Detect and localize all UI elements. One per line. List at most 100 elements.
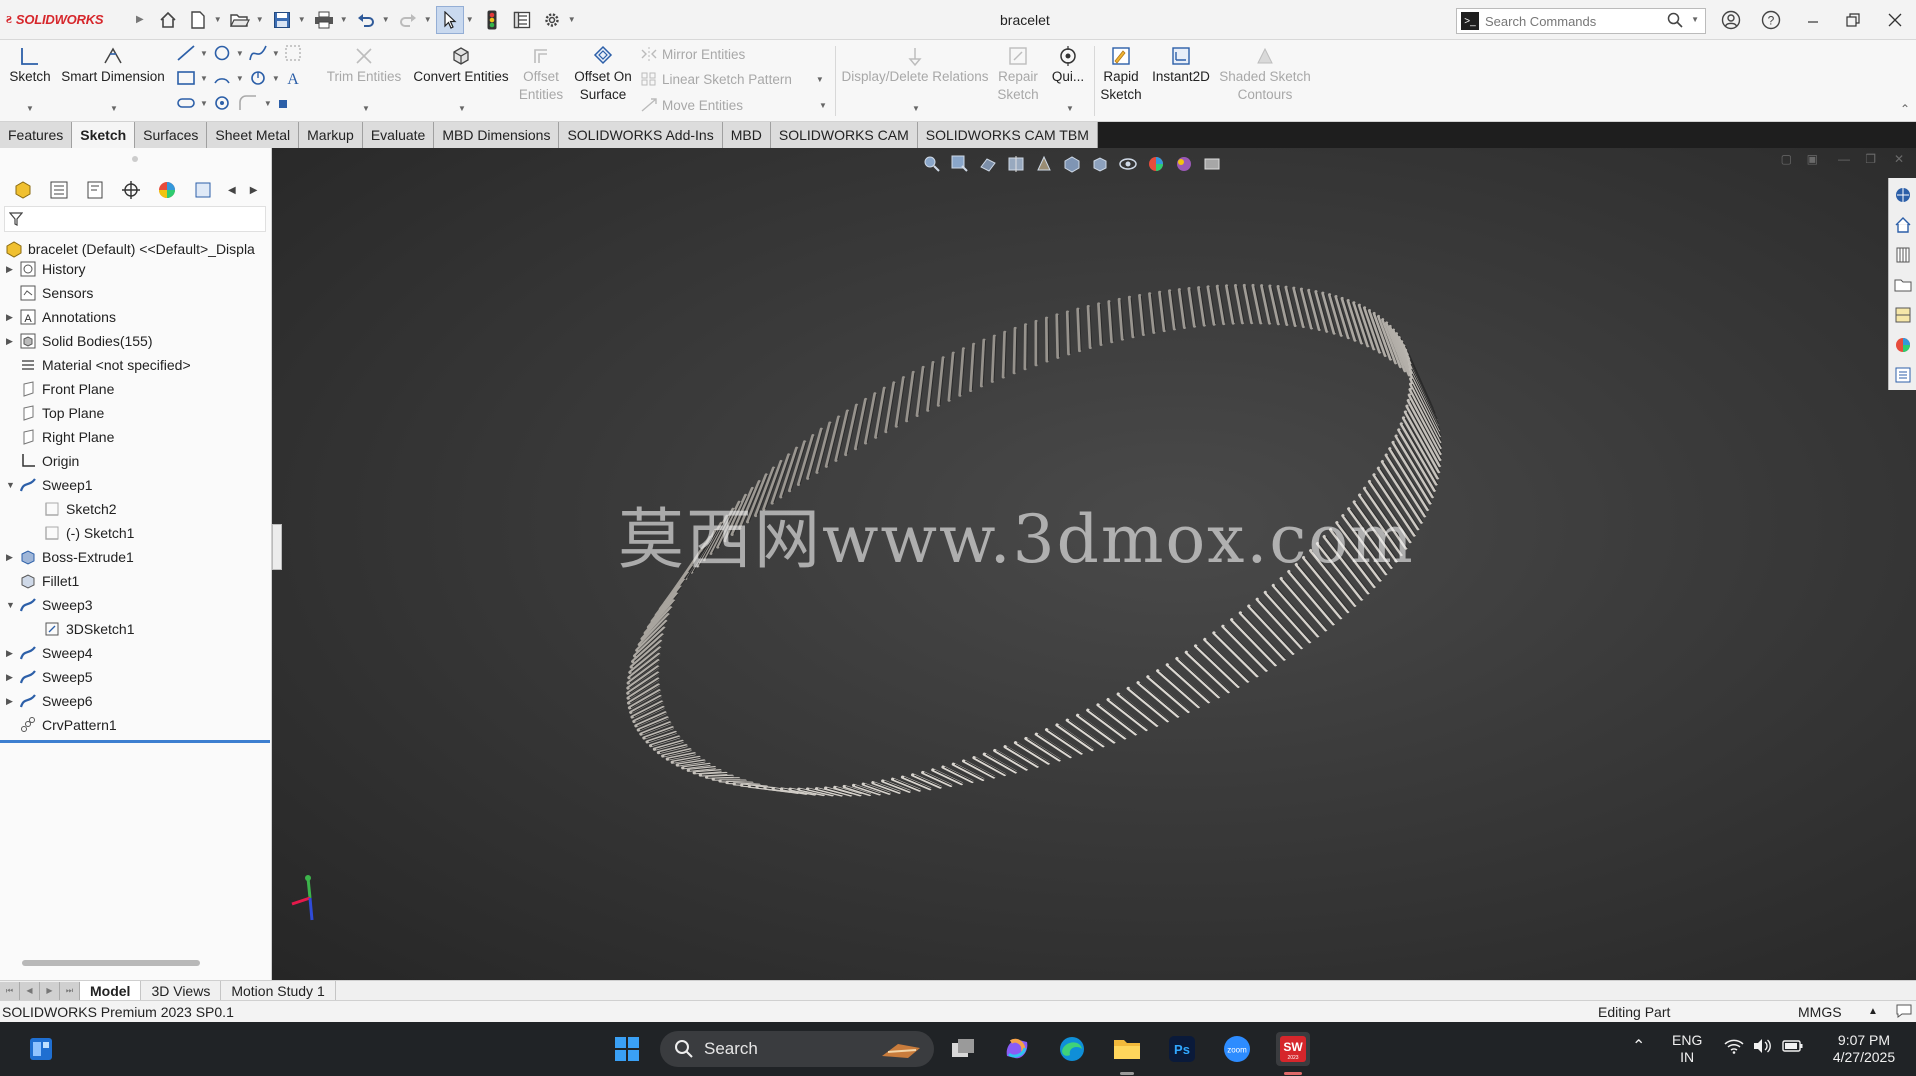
tree-item-sweep5[interactable]: ▶ Sweep5 [6,666,93,688]
graphics-area[interactable]: ▢ ▣ — ❐ ✕ 莫西网www.3dmox.com [272,148,1916,980]
expand-arrow-icon[interactable]: ▶ [6,264,18,275]
sketch-button[interactable]: Sketch [8,44,52,86]
tab-sheet-metal[interactable]: Sheet Metal [207,122,300,148]
circle-icon[interactable] [212,44,232,62]
open-dropdown-icon[interactable]: ▼ [256,15,266,24]
tab-mbd[interactable]: MBD [722,122,771,148]
panel-tab-scroll-left-icon[interactable]: ◀ [228,185,236,196]
file-explorer-taskbar-icon[interactable] [1110,1032,1144,1066]
rectangle-icon[interactable] [176,69,196,87]
tree-item-front-plane[interactable]: Front Plane [6,378,114,400]
widgets-icon[interactable] [24,1032,58,1066]
spline-dropdown-icon[interactable]: ▼ [272,49,280,58]
input-language[interactable]: ENG IN [1672,1032,1702,1066]
windows-start-icon[interactable] [610,1032,644,1066]
search-dropdown-icon[interactable]: ▼ [1691,15,1699,24]
tree-item-sweep3[interactable]: ▼ Sweep3 [6,594,93,616]
circle-dropdown-icon[interactable]: ▼ [236,49,244,58]
construction-geometry-icon[interactable] [284,44,302,62]
tree-item-boss-extrude1[interactable]: ▶ Boss-Extrude1 [6,546,134,568]
convert-entities-button[interactable]: Convert Entities [410,44,512,86]
tab-solidworks-cam-tbm[interactable]: SOLIDWORKS CAM TBM [917,122,1098,148]
tab-solidworks-cam[interactable]: SOLIDWORKS CAM [770,122,918,148]
expand-arrow-icon[interactable]: ▶ [6,312,18,323]
tree-root-part[interactable]: bracelet (Default) <<Default>_Displa [4,238,255,260]
tree-item-fillet1[interactable]: Fillet1 [6,570,79,592]
tree-item-crvpattern1[interactable]: CrvPattern1 [6,714,117,736]
custom-properties-icon[interactable] [1893,364,1913,386]
tree-filter-input[interactable] [4,206,266,232]
battery-icon[interactable] [1782,1038,1804,1058]
polygon-dropdown-icon[interactable]: ▼ [272,74,280,83]
volume-icon[interactable] [1752,1038,1772,1058]
trim-entities-button[interactable]: Trim Entities [326,44,402,86]
text-icon[interactable]: A [284,69,302,87]
quick-snaps-button[interactable]: Qui... [1048,44,1088,86]
design-library-home-icon[interactable] [1893,214,1913,236]
trim-entities-dropdown-icon[interactable]: ▼ [362,104,370,113]
undo-icon[interactable] [352,6,380,34]
first-tab-icon[interactable]: ⏮ [0,981,20,1000]
file-properties-icon[interactable] [508,6,536,34]
minimize-window-icon[interactable] [1800,8,1826,32]
search-icon[interactable] [1667,12,1683,31]
sketch-fillet-dropdown-icon[interactable]: ▼ [264,99,272,108]
relations-dropdown-icon[interactable]: ▼ [912,104,920,113]
appearances-scenes-icon[interactable] [1893,334,1913,356]
rapid-sketch-button[interactable]: Rapid Sketch [1098,44,1144,104]
expand-arrow-icon[interactable]: ▶ [6,696,18,707]
slot-dropdown-icon[interactable]: ▼ [200,99,208,108]
offset-entities-button[interactable]: Offset Entities [516,44,566,104]
save-icon[interactable] [268,6,296,34]
unit-system[interactable]: MMGS [1798,1004,1842,1020]
display-delete-relations-button[interactable]: Display/Delete Relations [840,44,990,86]
tab-markup[interactable]: Markup [299,122,363,148]
print-icon[interactable] [310,6,338,34]
polygon-icon[interactable] [248,69,268,87]
design-library-icon[interactable] [1893,244,1913,266]
edge-browser-icon[interactable] [1055,1032,1089,1066]
wifi-icon[interactable] [1724,1038,1744,1058]
tab-mbd-dimensions[interactable]: MBD Dimensions [434,122,560,148]
point-icon[interactable] [212,94,232,112]
tree-item-solid-bodies[interactable]: ▶ Solid Bodies(155) [6,330,153,352]
tree-item-sweep4[interactable]: ▶ Sweep4 [6,642,93,664]
tree-item-sketch2[interactable]: Sketch2 [30,498,117,520]
line-icon[interactable] [176,44,196,62]
tree-item-sensors[interactable]: Sensors [6,282,93,304]
close-window-icon[interactable] [1882,8,1908,32]
redo-icon[interactable] [394,6,422,34]
show-hidden-icons-icon[interactable]: ⌃ [1632,1038,1645,1055]
tree-item-top-plane[interactable]: Top Plane [6,402,104,424]
property-manager-tab-icon[interactable] [48,179,70,201]
solidworks-logo[interactable]: ƨ SOLIDWORKS [0,11,136,28]
tab-features[interactable]: Features [0,122,73,148]
select-cursor-icon[interactable] [435,5,464,34]
plane-icon[interactable] [276,94,290,112]
tab-surfaces[interactable]: Surfaces [135,122,208,148]
rectangle-dropdown-icon[interactable]: ▼ [200,74,208,83]
next-tab-icon[interactable]: ▶ [40,981,60,1000]
menu-expand-arrow-icon[interactable]: ▶ [136,14,144,25]
help-icon[interactable]: ? [1758,8,1784,32]
account-icon[interactable] [1718,8,1744,32]
cam-manager-tab-icon[interactable] [192,179,214,201]
sketch-dropdown-icon[interactable]: ▼ [26,104,34,113]
select-dropdown-icon[interactable]: ▼ [466,15,476,24]
copilot-icon[interactable] [1000,1032,1034,1066]
panel-grip-dot[interactable] [132,156,138,162]
convert-entities-dropdown-icon[interactable]: ▼ [458,104,466,113]
solidworks-resources-icon[interactable] [1893,184,1913,206]
new-dropdown-icon[interactable]: ▼ [214,15,224,24]
undo-dropdown-icon[interactable]: ▼ [382,15,392,24]
linear-sketch-pattern-button[interactable]: Linear Sketch Pattern ▼ [640,71,824,87]
options-dropdown-icon[interactable]: ▼ [568,15,578,24]
zoom-app-icon[interactable]: zoom [1220,1032,1254,1066]
search-commands-input[interactable]: >_ Search Commands ▼ [1456,8,1706,34]
new-document-icon[interactable] [184,6,212,34]
tree-item-origin[interactable]: Origin [6,450,79,472]
arc-dropdown-icon[interactable]: ▼ [236,74,244,83]
taskbar-search[interactable]: Search [660,1031,934,1067]
tree-item-sweep6[interactable]: ▶ Sweep6 [6,690,93,712]
tab-evaluate[interactable]: Evaluate [362,122,435,148]
